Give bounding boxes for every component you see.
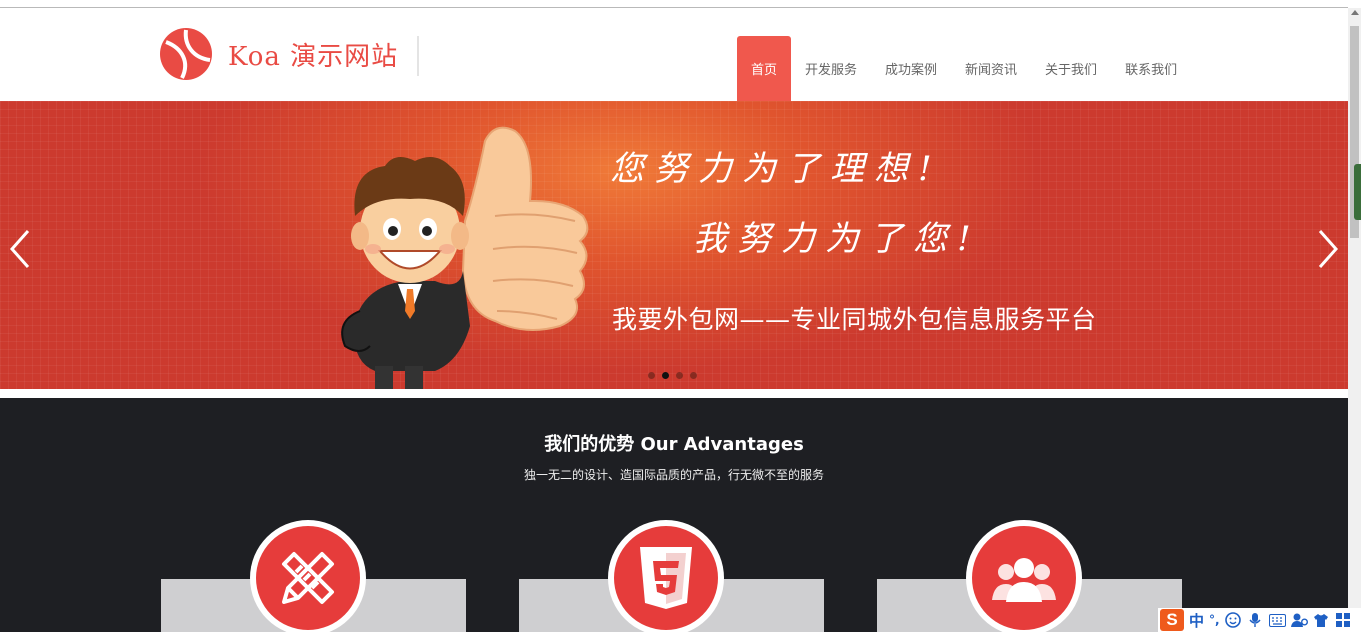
nav-item-about[interactable]: 关于我们 (1031, 36, 1111, 101)
logo-text: Koa 演示网站 (228, 41, 399, 72)
browser-top-border (0, 0, 1348, 8)
section-spacer (0, 389, 1348, 398)
ime-language-mode[interactable]: 中 (1189, 610, 1204, 631)
pencil-ruler-icon (282, 552, 334, 604)
sogou-logo-icon[interactable]: S (1160, 609, 1184, 631)
chevron-left-icon (9, 230, 30, 268)
ime-punctuation-mode[interactable]: °, (1209, 613, 1220, 627)
carousel-dot-4[interactable] (690, 372, 697, 379)
chevron-right-icon (1318, 230, 1339, 268)
advantages-title: 我们的优势 Our Advantages (544, 434, 804, 455)
users-icon (992, 558, 1056, 602)
banner-slogan-line3: 我要外包网——专业同城外包信息服务平台 (612, 305, 1097, 334)
scroll-up-arrow-icon[interactable] (1351, 10, 1359, 15)
advantages-section: 我们的优势 Our Advantages 独一无二的设计、造国际品质的产品，行无… (0, 398, 1348, 632)
carousel-dot-1[interactable] (648, 372, 655, 379)
thumbs-up-mascot-illustration (341, 126, 589, 389)
hero-carousel: 您努力为了理想! 我努力为了您! 我要外包网——专业同城外包信息服务平台 (0, 101, 1348, 389)
advantage-icon-2[interactable] (608, 520, 724, 632)
keyboard-icon[interactable] (1268, 612, 1286, 629)
ime-toolbar: S 中 °, (1158, 608, 1361, 632)
skin-shirt-icon[interactable] (1313, 612, 1330, 629)
logo-divider (417, 36, 419, 76)
carousel-dot-3[interactable] (676, 372, 683, 379)
nav-item-cases[interactable]: 成功案例 (871, 36, 951, 101)
advantages-subtitle: 独一无二的设计、造国际品质的产品，行无微不至的服务 (523, 468, 824, 482)
html5-icon (640, 547, 692, 609)
advantage-icon-1[interactable] (250, 520, 366, 632)
vertical-scrollbar[interactable] (1348, 8, 1361, 632)
carousel-indicators (648, 372, 697, 379)
nav-item-contact[interactable]: 联系我们 (1111, 36, 1191, 101)
carousel-next-button[interactable] (1314, 227, 1342, 271)
site-header: Koa 演示网站 首页 开发服务 成功案例 新闻资讯 关于我们 联系我们 (0, 8, 1348, 101)
nav-item-home[interactable]: 首页 (737, 36, 791, 101)
carousel-prev-button[interactable] (6, 227, 34, 271)
main-nav: 首页 开发服务 成功案例 新闻资讯 关于我们 联系我们 (737, 36, 1191, 101)
nav-item-dev-services[interactable]: 开发服务 (791, 36, 871, 101)
grid-menu-icon[interactable] (1335, 612, 1352, 629)
user-settings-icon[interactable] (1290, 612, 1308, 629)
emoji-icon[interactable] (1225, 612, 1242, 629)
banner-slogan-line1: 您努力为了理想! (610, 149, 942, 189)
advantage-icon-3[interactable] (966, 520, 1082, 632)
nav-item-news[interactable]: 新闻资讯 (951, 36, 1031, 101)
logo-ball-icon (160, 28, 212, 80)
side-widget-tab[interactable] (1354, 164, 1361, 220)
banner-slogan-line2: 我努力为了您! (693, 219, 981, 259)
microphone-icon[interactable] (1247, 612, 1264, 629)
site-logo[interactable]: Koa 演示网站 (160, 28, 398, 80)
carousel-dot-2[interactable] (662, 372, 669, 379)
